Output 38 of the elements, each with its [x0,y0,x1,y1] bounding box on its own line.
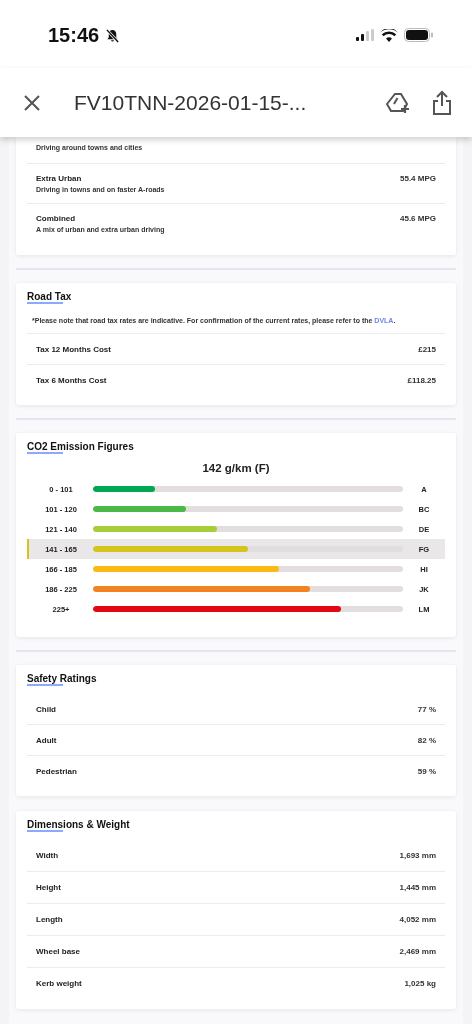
row-label: Kerb weight [36,979,82,989]
row-label: Length [36,915,63,925]
row-label: Tax 12 Months Cost [36,344,111,354]
close-icon [22,92,42,113]
row-value: 4,052 mm [399,915,436,925]
section-heading: Dimensions & Weight [27,819,130,833]
row-label: Adult [36,735,57,745]
row-label: Wheel base [36,947,80,957]
row-label: Tax 6 Months Cost [36,375,107,385]
section-heading: Safety Ratings [27,673,97,687]
signal-icon [356,29,374,41]
muted-bell-icon [105,27,121,43]
section-heading: CO2 Emission Figures [27,441,134,455]
battery-icon [404,28,434,42]
row-value: 59 % [417,766,436,776]
row-label: Combined [36,214,77,223]
row-value: £215 [418,344,436,354]
row-label: Extra Urban [36,174,83,183]
row-label: Pedestrian [36,766,77,776]
document-title: FV10TNN-2026-01-15-... [73,90,308,115]
row-label: Child [36,704,56,714]
row-value: 55.4 MPG [400,174,436,183]
row-value: 1,445 mm [399,883,436,893]
row-value: 1,025 kg [404,979,436,989]
wifi-icon [380,28,398,42]
row-label: Height [36,883,61,893]
row-value: 77 % [417,704,436,714]
status-time: 15:46 [48,23,100,47]
row-value: £118.25 [407,375,436,385]
row-value: 45.6 MPG [400,214,436,223]
co2-reading: 142 g/km (F) [201,462,271,475]
row-value: 2,469 mm [399,947,436,957]
section-heading: Road Tax [27,291,72,304]
row-value: 1,693 mm [399,851,436,861]
share-icon [432,89,452,116]
drive-add-icon [386,91,412,114]
row-label: Width [36,851,59,861]
row-value: 82 % [417,735,436,745]
